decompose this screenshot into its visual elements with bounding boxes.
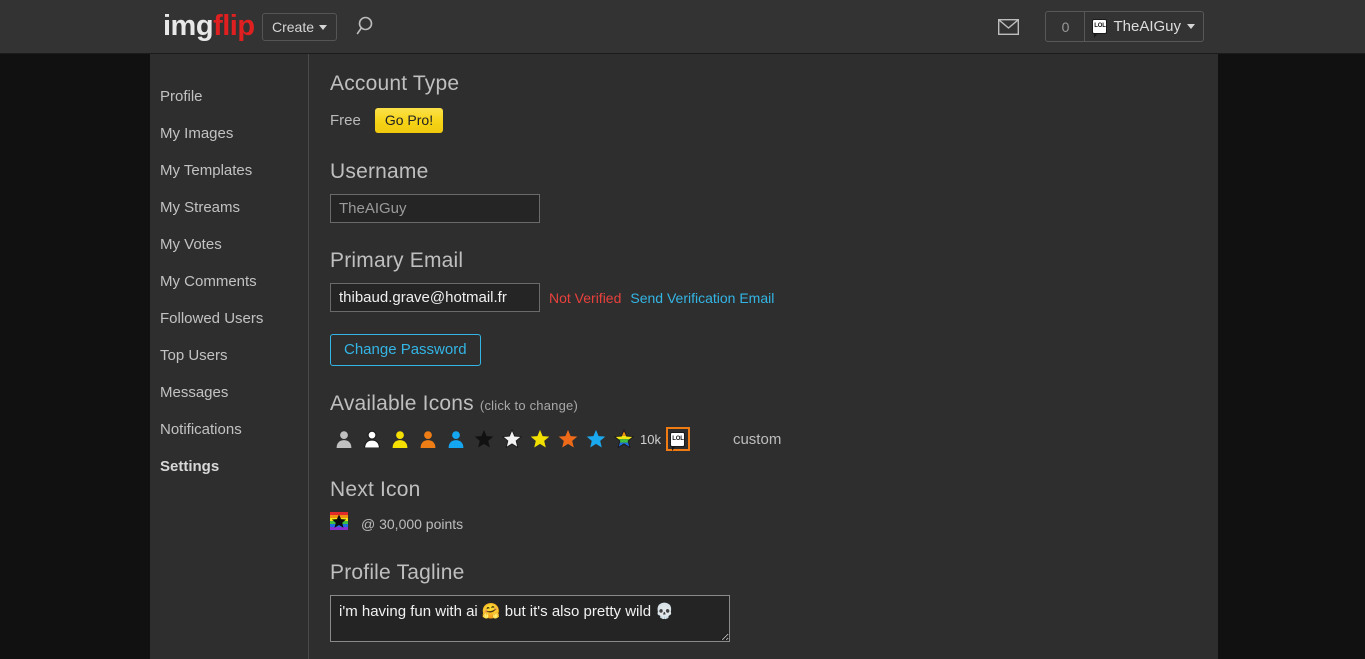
star-icon-rainbow[interactable] [610,426,638,452]
star-icon-blue[interactable] [582,426,610,452]
create-button[interactable]: Create [262,13,338,41]
custom-icon-label[interactable]: custom [733,431,781,448]
person-icon-blue[interactable] [442,426,470,452]
email-verification-status: Not Verified [549,289,622,306]
account-type-row: Free Go Pro! [330,106,1218,134]
sidebar-item-my-comments[interactable]: My Comments [150,263,308,300]
account-type-value: Free [330,111,361,129]
logo-flip-text: flip [213,10,255,42]
envelope-icon[interactable] [994,11,1023,42]
profile-tagline-heading: Profile Tagline [330,561,465,584]
user-menu-username: TheAIGuy [1113,18,1181,35]
settings-sidebar: Profile My Images My Templates My Stream… [150,54,309,659]
primary-email-row: Not Verified Send Verification Email [330,283,1218,312]
available-icons-heading: Available Icons (click to change) [330,392,1218,416]
header-inner: imgflip Create 0 LOL TheAIGuy [150,0,1218,53]
sidebar-item-followed-users[interactable]: Followed Users [150,300,308,337]
sidebar-item-notifications[interactable]: Notifications [150,411,308,448]
available-icons-hint: (click to change) [479,398,578,413]
logo-img-text: img [163,10,214,42]
sidebar-item-top-users[interactable]: Top Users [150,337,308,374]
chevron-down-icon [1187,24,1195,29]
send-verification-email-link[interactable]: Send Verification Email [630,290,774,306]
profile-tagline-textarea[interactable]: i'm having fun with ai 🤗 but it's also p… [330,595,730,642]
page-container: Profile My Images My Templates My Stream… [150,54,1218,659]
ten-k-label: 10k [640,431,661,447]
primary-email-input[interactable] [330,283,540,312]
message-count[interactable]: 0 [1046,12,1086,41]
create-button-label: Create [272,19,315,35]
chevron-down-icon [319,25,328,30]
person-icon-orange[interactable] [414,426,442,452]
sidebar-item-settings[interactable]: Settings [150,448,308,485]
sidebar-item-messages[interactable]: Messages [150,374,308,411]
sidebar-item-profile[interactable]: Profile [150,78,308,115]
sidebar-item-my-streams[interactable]: My Streams [150,189,308,226]
site-header: imgflip Create 0 LOL TheAIGuy [0,0,1365,54]
sidebar-item-my-templates[interactable]: My Templates [150,152,308,189]
available-icons-row: 10k LOL custom [330,426,1218,452]
search-icon[interactable] [355,14,379,38]
star-icon-white[interactable] [498,426,526,452]
change-password-button[interactable]: Change Password [330,334,481,366]
primary-email-heading: Primary Email [330,249,464,272]
rainbow-star-square-icon [330,512,348,535]
next-icon-requirement: @ 30,000 points [361,515,464,532]
notification-user-group: 0 LOL TheAIGuy [1045,11,1204,42]
sidebar-item-my-images[interactable]: My Images [150,115,308,152]
user-menu-button[interactable]: LOL TheAIGuy [1085,12,1203,41]
go-pro-button[interactable]: Go Pro! [374,107,444,133]
sidebar-item-my-votes[interactable]: My Votes [150,226,308,263]
next-icon-row: @ 30,000 points [330,512,1218,535]
lol-badge-icon: LOL [670,431,686,451]
next-icon-heading: Next Icon [330,478,421,501]
username-input[interactable] [330,194,540,223]
star-icon-black[interactable] [470,426,498,452]
header-right-controls: 0 LOL TheAIGuy [994,11,1204,42]
username-heading: Username [330,160,429,183]
settings-content: Account Type Free Go Pro! Username Prima… [310,54,1218,659]
person-icon-grey[interactable] [330,426,358,452]
person-icon-white[interactable] [358,426,386,452]
star-icon-orange[interactable] [554,426,582,452]
star-icon-yellow[interactable] [526,426,554,452]
account-type-heading: Account Type [330,72,460,95]
imgflip-logo[interactable]: imgflip [163,9,255,43]
available-icons-title: Available Icons [330,392,474,415]
person-icon-yellow[interactable] [386,426,414,452]
selected-icon-lol-badge[interactable]: LOL [665,427,690,451]
lol-badge-icon: LOL [1092,19,1108,38]
